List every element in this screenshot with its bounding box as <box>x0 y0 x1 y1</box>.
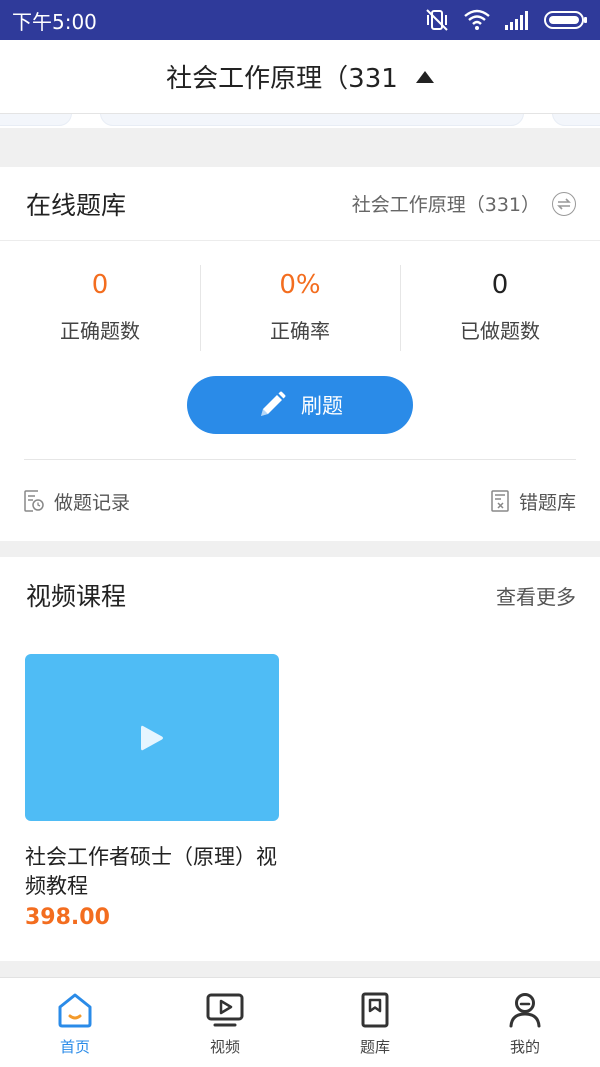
video-courses-card: 视频课程 查看更多 社会工作者硕士（原理）视频教程 398.00 <box>0 557 600 961</box>
stat-label: 已做题数 <box>460 319 540 343</box>
play-icon <box>141 725 163 750</box>
status-bar: 下午5:00 <box>0 0 600 40</box>
collapsed-banner <box>0 114 600 128</box>
question-bank-links: 做题记录 错题库 <box>24 483 576 519</box>
stat-value: 0 <box>91 270 109 300</box>
video-courses-header: 视频课程 查看更多 <box>0 557 600 633</box>
nav-label: 首页 <box>59 1038 90 1056</box>
nav-question-bank[interactable]: 题库 <box>300 978 450 1067</box>
caret-up-icon <box>415 70 434 83</box>
nav-label: 视频 <box>209 1038 240 1056</box>
bookmark-book-icon <box>361 992 389 1028</box>
stat-label: 正确题数 <box>60 319 140 343</box>
course-thumbnail[interactable] <box>25 654 279 821</box>
stat-value: 0 <box>491 270 509 300</box>
vibrate-off-icon <box>426 9 448 31</box>
stat-accuracy: 0% 正确率 <box>200 265 400 351</box>
battery-icon <box>544 11 587 29</box>
wrong-book-icon <box>491 490 509 512</box>
divider <box>24 459 576 460</box>
wifi-icon <box>464 9 490 30</box>
wrong-questions-label: 错题库 <box>518 491 576 514</box>
practice-records-link[interactable]: 做题记录 <box>24 488 130 515</box>
nav-home[interactable]: 首页 <box>0 978 150 1067</box>
question-bank-title: 在线题库 <box>26 190 127 220</box>
history-icon <box>24 490 44 512</box>
question-bank-header: 在线题库 社会工作原理（331） <box>0 167 600 241</box>
bottom-nav: 首页 视频 题库 我的 <box>0 977 600 1067</box>
stat-correct-count: 0 正确题数 <box>0 265 200 351</box>
nav-label: 我的 <box>509 1038 540 1056</box>
nav-label: 题库 <box>359 1038 390 1056</box>
wrong-questions-link[interactable]: 错题库 <box>491 488 576 515</box>
switch-icon[interactable] <box>552 191 576 216</box>
signal-icon <box>505 11 528 30</box>
practice-button[interactable]: 刷题 <box>187 376 413 434</box>
course-title: 社会工作者硕士（原理）视频教程 <box>25 845 277 898</box>
video-icon <box>206 993 244 1027</box>
view-more-link[interactable]: 查看更多 <box>496 581 576 610</box>
status-time: 下午5:00 <box>12 9 97 34</box>
course-card[interactable]: 社会工作者硕士（原理）视频教程 398.00 <box>25 654 279 930</box>
current-subject[interactable]: 社会工作原理（331） <box>352 190 540 217</box>
nav-video[interactable]: 视频 <box>150 978 300 1067</box>
stats-row: 0 正确题数 0% 正确率 0 已做题数 <box>0 265 600 351</box>
practice-records-label: 做题记录 <box>54 491 131 514</box>
question-bank-card: 在线题库 社会工作原理（331） 0 正确题数 0% 正确率 0 已做题数 刷题… <box>0 167 600 541</box>
subject-selector[interactable]: 社会工作原理（331 <box>0 40 600 114</box>
page-title: 社会工作原理（331 <box>166 64 398 94</box>
nav-profile[interactable]: 我的 <box>450 978 600 1067</box>
status-icons <box>424 8 588 32</box>
course-price: 398.00 <box>25 905 110 930</box>
user-icon <box>509 993 541 1028</box>
practice-button-label: 刷题 <box>301 394 343 418</box>
stat-value: 0% <box>279 270 321 300</box>
stat-done-count: 0 已做题数 <box>400 265 600 351</box>
home-icon <box>58 993 92 1028</box>
video-courses-title: 视频课程 <box>26 582 127 611</box>
stat-label: 正确率 <box>270 319 330 343</box>
pencil-icon <box>261 391 286 416</box>
